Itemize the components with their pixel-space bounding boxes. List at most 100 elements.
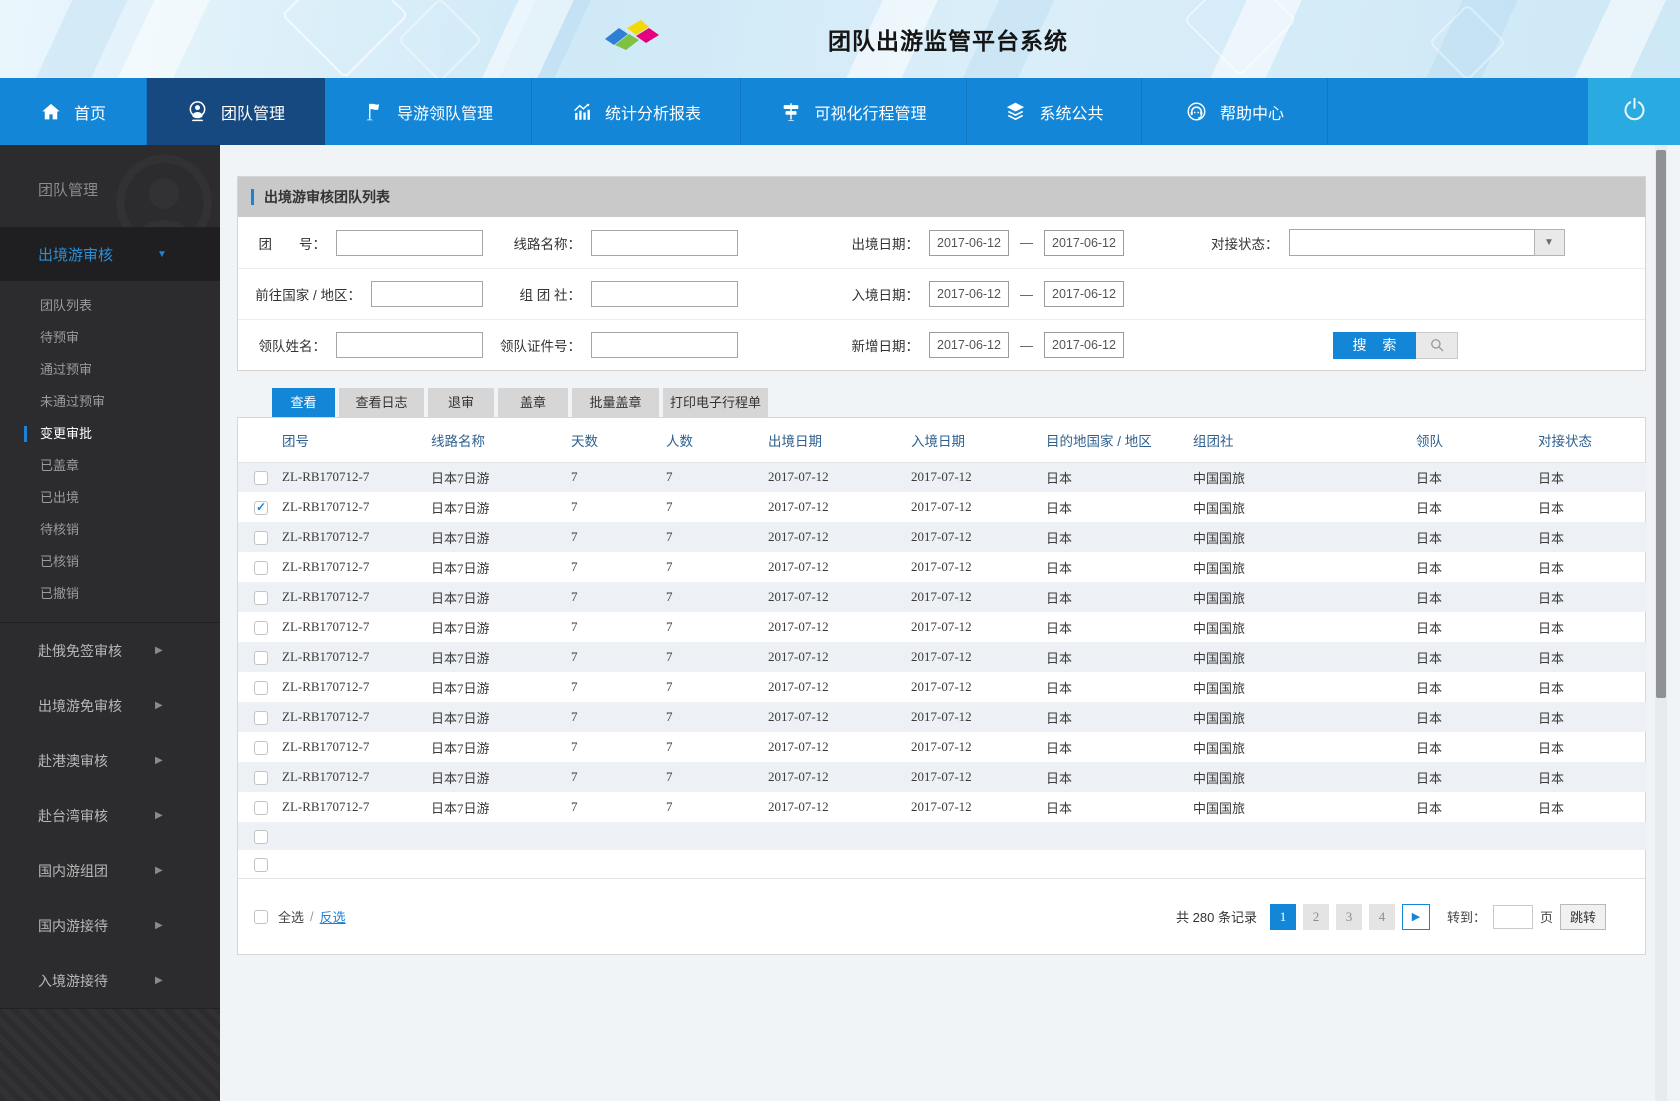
- route-name-input[interactable]: [591, 229, 738, 256]
- row-checkbox[interactable]: [254, 858, 268, 872]
- sidebar-subitem-change-approval[interactable]: 变更审批: [0, 418, 220, 450]
- nav-item-system-public[interactable]: 系统公共: [967, 78, 1142, 145]
- row-checkbox[interactable]: [254, 471, 268, 486]
- nav-item-help-center[interactable]: 帮助中心: [1142, 78, 1328, 145]
- sidebar-subitem-stamped[interactable]: 已盖章: [0, 450, 220, 482]
- cell-days: 7: [571, 559, 578, 574]
- sidebar-group-hk-macau-review[interactable]: 赴港澳审核 ▶: [0, 733, 220, 788]
- cell-entry-date: 2017-07-12: [911, 469, 972, 485]
- add-date-from-input[interactable]: [929, 332, 1009, 358]
- row-checkbox[interactable]: [254, 591, 268, 605]
- table-row[interactable]: ZL-RB170712-7 日本7日游 7 7 2017-07-12 2017-07-12…: [238, 762, 1647, 792]
- vertical-scrollbar-thumb[interactable]: [1656, 150, 1666, 698]
- table-row[interactable]: ZL-RB170712-7 日本7日游 7 7 2017-07-12 2017-07-12…: [238, 672, 1647, 702]
- sidebar-subitem-pre-review-passed[interactable]: 通过预审: [0, 354, 220, 386]
- row-checkbox[interactable]: [254, 561, 268, 575]
- nav-item-home[interactable]: 首页: [0, 78, 147, 145]
- sidebar-group-taiwan-review[interactable]: 赴台湾审核 ▶: [0, 788, 220, 843]
- sidebar-subitem-team-list[interactable]: 团队列表: [0, 290, 220, 322]
- organizer-input[interactable]: [591, 281, 738, 307]
- tab-reject[interactable]: 退审: [428, 388, 494, 417]
- cell-entry-date: 2017-07-12: [911, 709, 972, 724]
- dest-country-input[interactable]: [371, 281, 483, 307]
- page-button-1[interactable]: 1: [1269, 903, 1296, 930]
- form-field-route-name: 线路名称：: [483, 217, 738, 268]
- select-all-checkbox[interactable]: [254, 909, 268, 924]
- table-row[interactable]: ZL-RB170712-7 日本7日游 7 7 2017-07-12 2017-07-12…: [238, 612, 1647, 642]
- table-row[interactable]: ZL-RB170712-7 日本7日游 7 7 2017-07-12 2017-07-12…: [238, 552, 1647, 582]
- invert-selection-link[interactable]: 反选: [320, 907, 346, 926]
- row-checkbox[interactable]: [254, 651, 268, 665]
- cell-route-name: 日本7日游: [431, 590, 490, 606]
- sidebar-subitem-exited[interactable]: 已出境: [0, 482, 220, 514]
- table-row[interactable]: ZL-RB170712-7 日本7日游 7 7 2017-07-12 2017-07-12…: [238, 582, 1647, 612]
- page-button-3[interactable]: 3: [1335, 903, 1362, 930]
- row-checkbox[interactable]: [254, 681, 268, 695]
- search-button[interactable]: 搜 索: [1333, 331, 1458, 359]
- table-row[interactable]: ZL-RB170712-7 日本7日游 7 7 2017-07-12 2017-07-12…: [238, 522, 1647, 552]
- entry-date-to-input[interactable]: [1044, 281, 1124, 307]
- exit-date-to-input[interactable]: [1044, 229, 1124, 256]
- table-row[interactable]: ZL-RB170712-7 日本7日游 7 7 2017-07-12 2017-07-12…: [238, 702, 1647, 732]
- page-button-4[interactable]: 4: [1368, 903, 1395, 930]
- jump-button[interactable]: 跳转: [1559, 903, 1606, 930]
- select-all-label[interactable]: 全选: [278, 907, 304, 926]
- logout-power-button[interactable]: [1588, 78, 1680, 145]
- magnifier-icon[interactable]: [1416, 331, 1458, 359]
- row-checkbox[interactable]: [254, 741, 268, 755]
- table-row[interactable]: ZL-RB170712-7 日本7日游 7 7 2017-07-12 2017-07-12…: [238, 732, 1647, 762]
- vertical-scrollbar-track[interactable]: [1655, 145, 1667, 1101]
- row-checkbox[interactable]: [254, 801, 268, 815]
- sidebar-group-russia-visa-free[interactable]: 赴俄免签审核 ▶: [0, 623, 220, 678]
- sidebar-group-domestic-reception[interactable]: 国内游接待 ▶: [0, 898, 220, 953]
- tab-view-log[interactable]: 查看日志: [339, 388, 424, 417]
- nav-item-guide-leader-mgmt[interactable]: 导游领队管理: [325, 78, 532, 145]
- sidebar-subitem-revoked[interactable]: 已撤销: [0, 578, 220, 610]
- row-checkbox[interactable]: [254, 621, 268, 635]
- row-checkbox[interactable]: [254, 771, 268, 785]
- row-checkbox[interactable]: [254, 500, 268, 515]
- sidebar-subitem-pre-review-pending[interactable]: 待预审: [0, 322, 220, 354]
- chevron-down-icon: ▼: [157, 248, 167, 260]
- sidebar-group-outbound-review[interactable]: 出境游审核 ▼: [0, 228, 220, 281]
- sidebar-group-domestic-group[interactable]: 国内游组团 ▶: [0, 843, 220, 898]
- cell-dock-status: 日本: [1538, 740, 1565, 756]
- goto-page-input[interactable]: [1492, 904, 1533, 929]
- group-no-input[interactable]: [336, 229, 483, 256]
- cell-entry-date: 2017-07-12: [911, 619, 972, 634]
- cell-exit-date: 2017-07-12: [768, 649, 829, 664]
- tab-batch-stamp[interactable]: 批量盖章: [572, 388, 659, 417]
- add-date-to-input[interactable]: [1044, 332, 1124, 358]
- nav-item-team-mgmt[interactable]: 团队管理: [147, 78, 325, 145]
- leader-id-input[interactable]: [591, 332, 738, 358]
- table-row[interactable]: ZL-RB170712-7 日本7日游 7 7 2017-07-12 2017-07-12…: [238, 462, 1647, 492]
- row-checkbox[interactable]: [254, 711, 268, 725]
- tab-view[interactable]: 查看: [272, 388, 335, 417]
- page-button-2[interactable]: 2: [1302, 903, 1329, 930]
- main-navbar: 首页 团队管理 导游领队管理 统计分析报表 可视化行程管理 系统公共 帮助中心: [0, 78, 1680, 145]
- chevron-down-icon[interactable]: ▼: [1533, 229, 1565, 256]
- row-checkbox[interactable]: [254, 531, 268, 545]
- next-page-button[interactable]: ▶: [1401, 903, 1430, 930]
- row-checkbox-cell: [238, 492, 282, 522]
- sidebar-group-inbound-reception[interactable]: 入境游接待 ▶: [0, 953, 220, 1008]
- sidebar-group-outbound-exempt[interactable]: 出境游免审核 ▶: [0, 678, 220, 733]
- entry-date-from-input[interactable]: [929, 281, 1009, 307]
- table-row[interactable]: ZL-RB170712-7 日本7日游 7 7 2017-07-12 2017-07-12…: [238, 492, 1647, 522]
- dock-status-select[interactable]: ▼: [1288, 229, 1565, 256]
- tab-print-itinerary[interactable]: 打印电子行程单: [663, 388, 768, 417]
- exit-date-from-input[interactable]: [929, 229, 1009, 256]
- form-field-leader-id: 领队证件号：: [483, 320, 738, 370]
- nav-item-stats-report[interactable]: 统计分析报表: [532, 78, 741, 145]
- table-row[interactable]: ZL-RB170712-7 日本7日游 7 7 2017-07-12 2017-07-12…: [238, 642, 1647, 672]
- row-checkbox[interactable]: [254, 830, 268, 844]
- sidebar-subitem-pending-writeoff[interactable]: 待核销: [0, 514, 220, 546]
- leader-name-input[interactable]: [336, 332, 483, 358]
- nav-item-visual-trip-mgmt[interactable]: 可视化行程管理: [741, 78, 967, 145]
- tab-stamp[interactable]: 盖章: [498, 388, 568, 417]
- sidebar-subitem-pre-review-failed[interactable]: 未通过预审: [0, 386, 220, 418]
- column-checkbox: [238, 418, 282, 463]
- sidebar-subitem-written-off[interactable]: 已核销: [0, 546, 220, 578]
- empty-cell: [282, 822, 1647, 850]
- table-row[interactable]: ZL-RB170712-7 日本7日游 7 7 2017-07-12 2017-07-12…: [238, 792, 1647, 822]
